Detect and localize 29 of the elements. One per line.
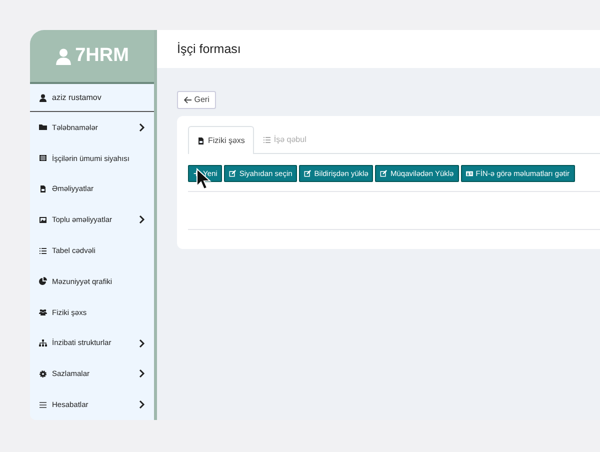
back-arrow-icon [184, 96, 192, 104]
chevron-icon [138, 338, 146, 348]
file-icon [39, 185, 47, 194]
edit-icon [229, 170, 236, 177]
pie-chart-icon [39, 277, 47, 286]
user-name: aziz rustamov [52, 92, 102, 104]
sitemap-icon [39, 339, 47, 347]
tab[interactable]: Fiziki şəxs [188, 126, 254, 154]
logo: 7HRM [55, 42, 129, 70]
users-icon [39, 308, 47, 316]
page-title: İşçi forması [177, 40, 241, 58]
edit-icon [304, 170, 312, 177]
menu-icon [39, 400, 47, 409]
back-button[interactable]: Geri [177, 91, 216, 109]
chevron-icon [138, 369, 146, 378]
chevron-icon [138, 400, 146, 410]
user-icon [39, 94, 47, 102]
image-icon [39, 216, 47, 224]
file-icon [197, 136, 205, 144]
chevron-icon [138, 122, 146, 132]
id-card-icon [466, 170, 473, 177]
edit-icon [380, 170, 388, 177]
settings-icon [39, 370, 47, 378]
user-icon [55, 48, 72, 65]
table-icon [39, 154, 47, 162]
chevron-icon [138, 215, 146, 224]
folder-icon [39, 123, 47, 132]
list-icon [262, 136, 271, 144]
list-icon [39, 246, 47, 255]
